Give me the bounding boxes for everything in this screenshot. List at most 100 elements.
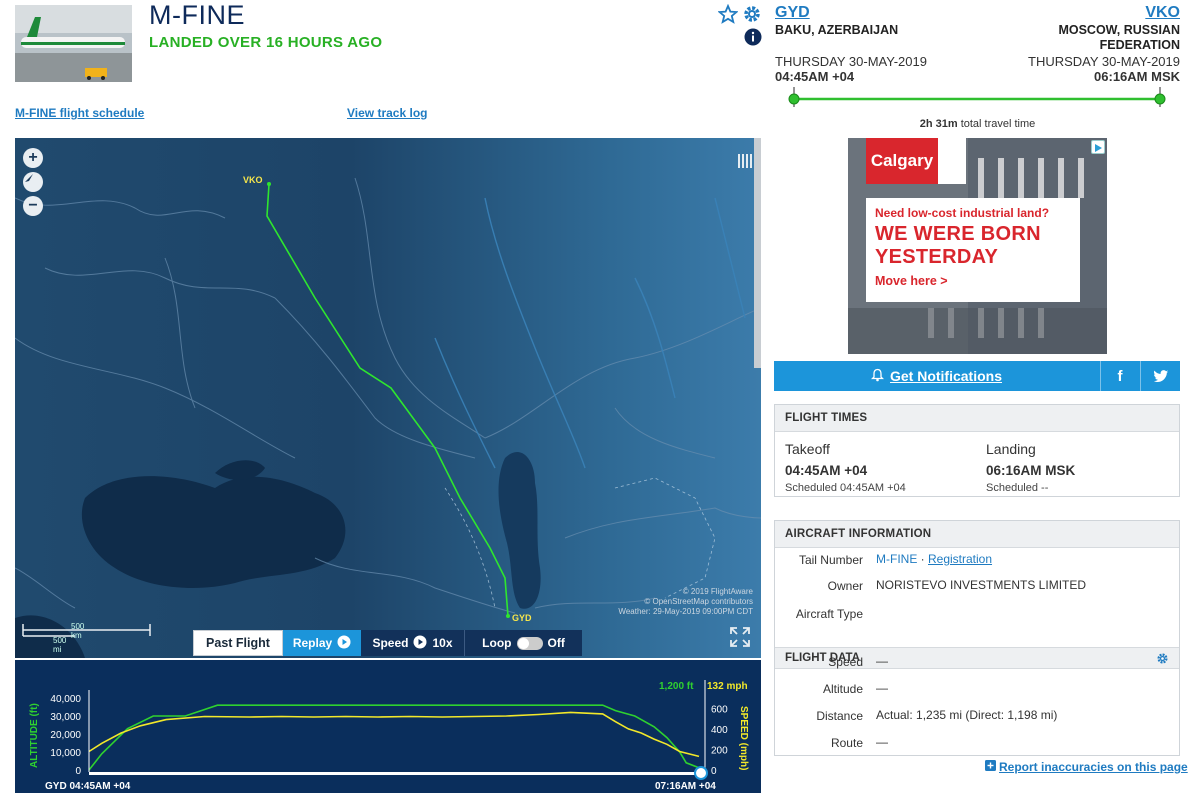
altitude-value: —: [876, 681, 888, 695]
origin-map-label: GYD: [512, 613, 532, 623]
flight-schedule-link[interactable]: M-FINE flight schedule: [15, 106, 144, 120]
plus-icon: [985, 760, 996, 774]
current-speed: 132 mph: [707, 681, 748, 692]
takeoff-time: 04:45AM +04: [785, 463, 868, 478]
gear-icon[interactable]: [742, 4, 762, 24]
ad-card[interactable]: Need low-cost industrial land? WE WERE B…: [866, 198, 1080, 302]
distance-label: Distance: [816, 709, 863, 723]
facebook-icon[interactable]: f: [1100, 361, 1139, 391]
get-notifications-button[interactable]: Get Notifications: [774, 361, 1099, 391]
owner-value: NORISTEVO INVESTMENTS LIMITED: [876, 578, 1087, 592]
loop-switch[interactable]: [516, 636, 543, 650]
landing-scheduled: Scheduled --: [986, 482, 1049, 494]
destination-code-link[interactable]: VKO: [1145, 4, 1180, 22]
adchoices-icon[interactable]: [1091, 140, 1105, 154]
current-altitude: 1,200 ft: [659, 681, 694, 692]
speed-control-label: Speed: [372, 636, 409, 650]
landing-time: 06:16AM MSK: [986, 463, 1076, 478]
map-attribution: © 2019 FlightAware © OpenStreetMap contr…: [618, 587, 753, 617]
flight-data-gear-icon[interactable]: [1156, 652, 1169, 673]
origin-code-link[interactable]: GYD: [775, 4, 810, 22]
speed-tick-label: 200: [711, 745, 728, 756]
scale-km: 500 km: [71, 622, 85, 640]
aircraft-info-heading: AIRCRAFT INFORMATION: [775, 521, 1179, 548]
weather-timestamp: Weather: 29-May-2019 09:00PM CDT: [618, 607, 753, 616]
altitude-speed-chart[interactable]: 40,000 30,000 20,000 10,000 0 600 400 200 0 ALT…: [15, 660, 761, 793]
ad-question: Need low-cost industrial land?: [875, 206, 1050, 220]
chart-y2label: SPEED (mph): [738, 706, 749, 770]
bell-icon: [870, 368, 885, 385]
fullscreen-icon[interactable]: [729, 626, 751, 648]
speed-tick-label: 0: [711, 766, 717, 777]
aircraft-photo[interactable]: [15, 5, 132, 82]
route-progress-bar: [787, 87, 1167, 111]
speed-tick-label: 600: [711, 704, 728, 715]
ad-brand-logo: Calgary: [866, 138, 938, 184]
flight-status: LANDED OVER 16 HOURS AGO: [149, 34, 383, 51]
destination-map-label: VKO: [243, 175, 263, 185]
altitude-tick-label: 10,000: [50, 748, 81, 759]
speed-series-line: [88, 711, 700, 758]
loop-label: Loop: [482, 636, 512, 650]
copyright-flightaware: © 2019 FlightAware: [682, 587, 753, 596]
registration-link[interactable]: Registration: [928, 552, 992, 566]
star-icon[interactable]: [717, 3, 739, 24]
chart-timeline-track: [89, 772, 699, 775]
altitude-tick-label: 40,000: [50, 694, 81, 705]
replay-label: Replay: [292, 636, 333, 650]
map-scrollbar[interactable]: [754, 138, 761, 368]
past-flight-button[interactable]: Past Flight: [193, 630, 283, 656]
destination-time: 06:16AM MSK: [1094, 69, 1180, 84]
speed-tick-label: 400: [711, 725, 728, 736]
altitude-tick-label: 30,000: [50, 712, 81, 723]
origin-city: BAKU, AZERBAIJAN: [775, 23, 899, 37]
advertisement[interactable]: Calgary Need low-cost industrial land? W…: [848, 138, 1107, 354]
takeoff-label: Takeoff: [785, 441, 830, 457]
ad-headline-1: WE WERE BORN: [875, 223, 1041, 245]
zoom-in-button[interactable]: +: [23, 148, 43, 168]
copyright-osm: © OpenStreetMap contributors: [644, 597, 753, 606]
scale-mi: 500 mi: [53, 636, 67, 654]
loop-value: Off: [547, 636, 565, 650]
travel-duration: 2h 31m: [919, 118, 958, 130]
report-inaccuracies-link[interactable]: Report inaccuracies on this page: [985, 760, 1188, 774]
destination-date: THURSDAY 30-MAY-2019: [1028, 54, 1180, 69]
altitude-tick-label: 0: [75, 766, 81, 777]
zoom-out-button[interactable]: −: [23, 196, 43, 216]
altitude-label: Altitude: [822, 682, 863, 696]
notifications-bar: Get Notifications f: [774, 361, 1180, 391]
speed-label: Speed: [828, 655, 863, 669]
replay-button[interactable]: Replay: [283, 630, 361, 656]
speed-button[interactable]: Speed 10x: [361, 630, 465, 656]
map-layers-icon[interactable]: [737, 152, 753, 170]
flight-map[interactable]: + − VKO GYD 500 km 500 mi © 2019 FlightA…: [15, 138, 761, 658]
tail-separator: ·: [917, 552, 928, 566]
destination-city: MOSCOW, RUSSIAN FEDERATION: [1058, 23, 1180, 52]
timeline-end-marker[interactable]: [694, 766, 708, 780]
altitude-tick-label: 20,000: [50, 730, 81, 741]
flight-ident: M-FINE: [149, 0, 245, 30]
fast-forward-icon: [413, 635, 427, 652]
chart-ylabel: ALTITUDE (ft): [29, 703, 40, 768]
tail-number-value: M-FINE · Registration: [876, 552, 992, 566]
speed-control-value: 10x: [432, 636, 453, 650]
speed-value: —: [876, 654, 888, 668]
ad-crest-icon: [938, 138, 966, 184]
tail-number-label: Tail Number: [798, 553, 863, 567]
tail-number-link[interactable]: M-FINE: [876, 552, 917, 566]
flight-times-panel: FLIGHT TIMES Takeoff 04:45AM +04 Schedul…: [774, 404, 1180, 497]
aircraft-type-label: Aircraft Type: [795, 607, 863, 621]
distance-value: Actual: 1,235 mi (Direct: 1,198 mi): [876, 708, 1058, 722]
info-icon[interactable]: [744, 28, 762, 46]
loop-toggle[interactable]: Loop Off: [465, 630, 582, 656]
twitter-icon[interactable]: [1140, 361, 1180, 391]
travel-suffix: total travel time: [960, 118, 1036, 130]
get-notifications-label: Get Notifications: [889, 368, 1002, 384]
origin-time: 04:45AM +04: [775, 69, 855, 84]
ad-headline-2: YESTERDAY: [875, 246, 999, 268]
takeoff-column: Takeoff 04:45AM +04 Scheduled 04:45AM +0…: [785, 441, 906, 494]
owner-label: Owner: [827, 579, 863, 593]
ad-cta[interactable]: Move here >: [875, 274, 1071, 288]
compass-button[interactable]: [23, 172, 43, 192]
track-log-link[interactable]: View track log: [347, 106, 427, 120]
